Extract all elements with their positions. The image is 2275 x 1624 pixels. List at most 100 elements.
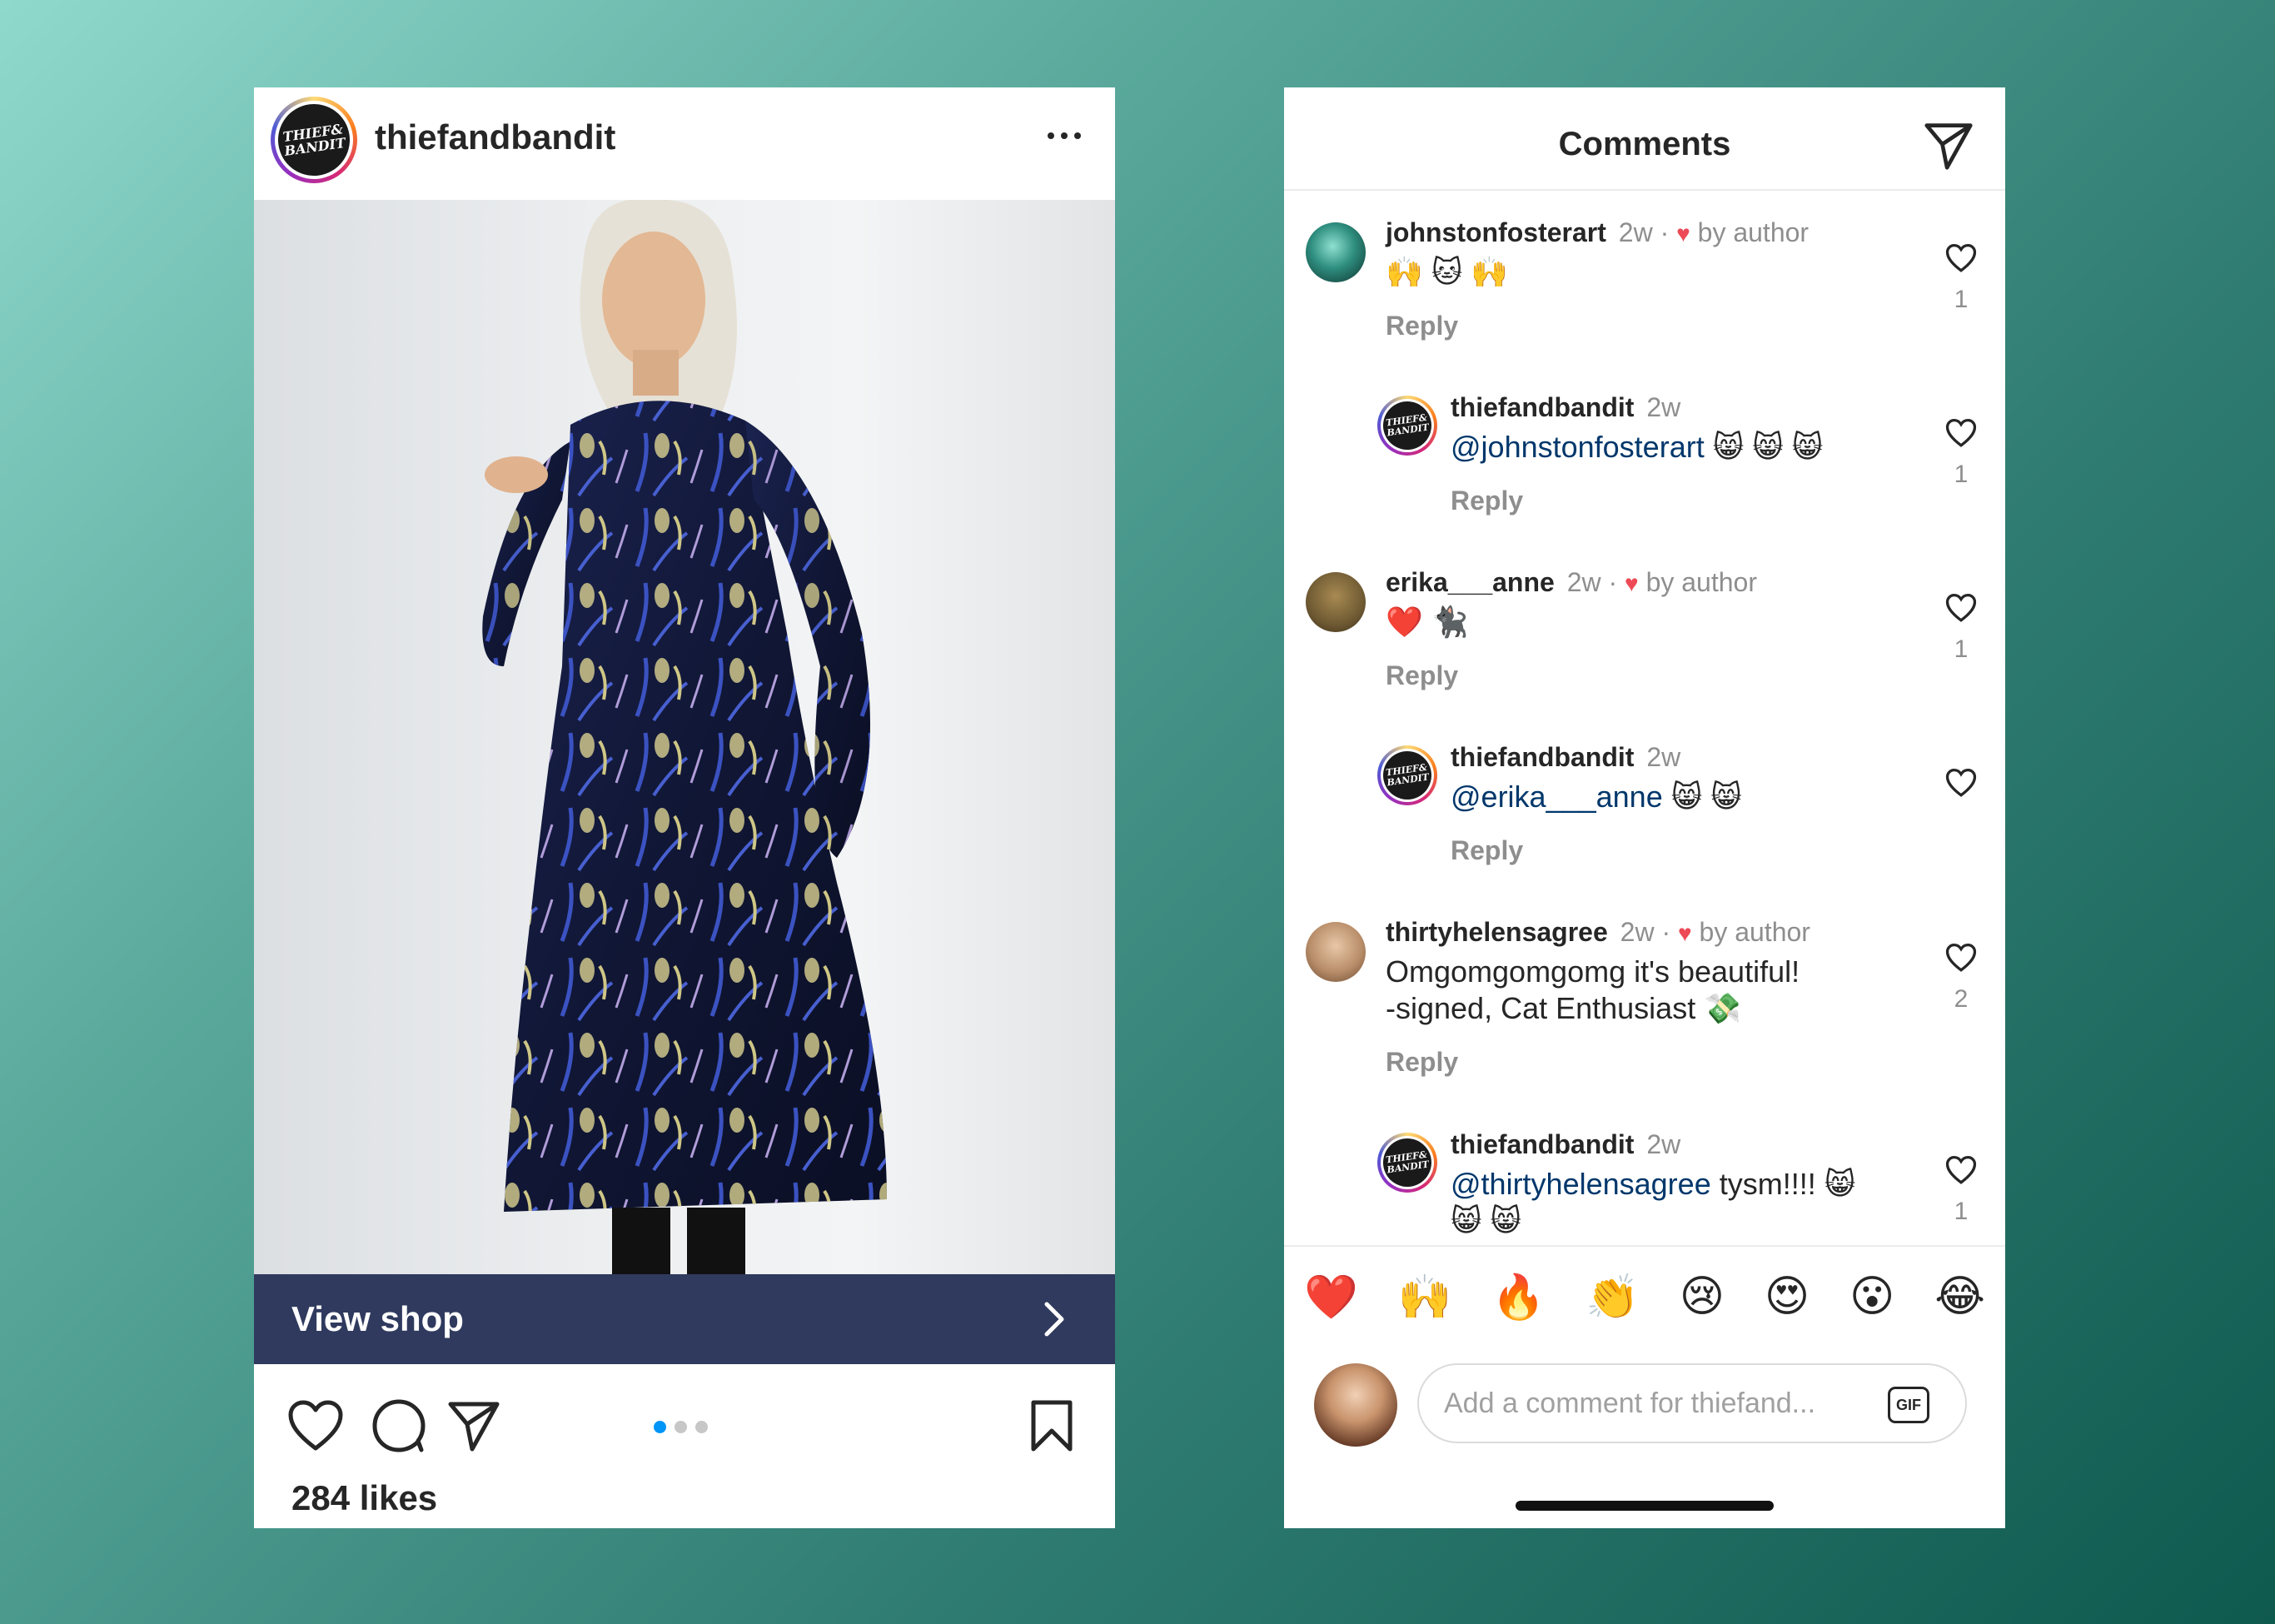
reply-button[interactable]: Reply bbox=[1386, 311, 1458, 341]
reaction-heart-eyes[interactable]: 😍 bbox=[1765, 1272, 1810, 1322]
liked-by-author-heart-icon: ♥ bbox=[1625, 570, 1639, 596]
liked-by-author-heart-icon: ♥ bbox=[1676, 221, 1690, 247]
view-shop-label: View shop bbox=[291, 1299, 464, 1338]
comment-text-line-2: 😸 😸 bbox=[1451, 1203, 1522, 1238]
reaction-raised-hands[interactable]: 🙌 bbox=[1398, 1272, 1452, 1323]
comment-text: 🙌 🐱 🙌 bbox=[1386, 255, 1509, 289]
comment-text: @thirtyhelensagree tysm!!!! 😸 😸 😸 bbox=[1451, 1167, 1856, 1238]
bookmark-icon[interactable] bbox=[1022, 1396, 1082, 1456]
commenter-avatar[interactable] bbox=[1306, 222, 1366, 282]
mention-link[interactable]: @thirtyhelensagree bbox=[1451, 1167, 1711, 1201]
commenter-avatar[interactable]: THIEF& BANDIT bbox=[1377, 745, 1437, 805]
comment-input[interactable] bbox=[1417, 1363, 1967, 1443]
comment-meta: johnstonfosterart 2w · ♥ by author bbox=[1386, 216, 1809, 251]
comment-like-count: 1 bbox=[1954, 1198, 1969, 1225]
quick-reactions-bar: ❤️ 🙌 🔥 👏 😢 😍 😮 😂 bbox=[1284, 1245, 2005, 1347]
comment-time: 2w bbox=[1646, 742, 1681, 772]
comment-time: 2w bbox=[1646, 1129, 1681, 1159]
chevron-right-icon bbox=[1044, 1302, 1064, 1337]
post-card: THIEF& BANDIT thiefandbandit View shop 2… bbox=[254, 87, 1115, 1528]
comment-text: @erika___anne 😸 😸 bbox=[1451, 780, 1742, 814]
reply-button[interactable]: Reply bbox=[1451, 835, 1523, 866]
view-shop-button[interactable]: View shop bbox=[254, 1274, 1115, 1364]
commenter-avatar[interactable] bbox=[1306, 572, 1366, 632]
comment-text: ❤️ 🐈‍⬛ bbox=[1386, 605, 1469, 639]
comments-header: Comments bbox=[1284, 87, 2005, 191]
comment-meta: thiefandbandit 2w bbox=[1451, 740, 1680, 774]
comment-composer: GIF bbox=[1284, 1345, 2005, 1462]
home-indicator bbox=[1516, 1501, 1774, 1511]
comment-time: 2w bbox=[1618, 217, 1653, 247]
comment-like-count: 1 bbox=[1954, 461, 1969, 488]
commenter-avatar[interactable] bbox=[1306, 922, 1366, 982]
comment-text-line-2: -signed, Cat Enthusiast 💸 bbox=[1386, 991, 1742, 1025]
reply-button[interactable]: Reply bbox=[1386, 1047, 1458, 1078]
current-user-avatar bbox=[1314, 1363, 1397, 1447]
comment-bubble-icon[interactable] bbox=[369, 1396, 429, 1456]
carousel-dot-3 bbox=[695, 1421, 708, 1433]
comment-like-count: 1 bbox=[1954, 286, 1969, 313]
share-paper-plane-icon[interactable] bbox=[444, 1396, 504, 1456]
by-author-label: by author bbox=[1699, 917, 1810, 947]
likes-count[interactable]: 284 likes bbox=[291, 1478, 437, 1518]
comment-like-count: 2 bbox=[1954, 985, 1969, 1013]
comment-like-heart-icon[interactable] bbox=[1940, 1149, 1982, 1191]
brand-logo: THIEF& BANDIT bbox=[273, 99, 355, 181]
comment-username[interactable]: thiefandbandit bbox=[1451, 742, 1634, 772]
comment-time: 2w bbox=[1646, 392, 1681, 422]
liked-by-author-heart-icon: ♥ bbox=[1678, 920, 1692, 946]
post-photo[interactable] bbox=[254, 199, 1115, 1334]
comment-username[interactable]: thiefandbandit bbox=[1451, 1129, 1634, 1159]
comment-time: 2w bbox=[1566, 567, 1601, 597]
by-author-label: by author bbox=[1697, 217, 1810, 247]
comment-like-heart-icon[interactable] bbox=[1940, 412, 1982, 454]
comments-title: Comments bbox=[1558, 126, 1731, 162]
post-username[interactable]: thiefandbandit bbox=[375, 117, 615, 157]
share-paper-plane-icon[interactable] bbox=[1924, 121, 1974, 171]
comment-time: 2w bbox=[1620, 917, 1655, 947]
reaction-heart[interactable]: ❤️ bbox=[1304, 1272, 1358, 1323]
comment-text: @johnstonfosterart 😸 😸 😸 bbox=[1451, 430, 1824, 464]
comment-username[interactable]: erika___anne bbox=[1386, 567, 1555, 597]
more-options-icon[interactable] bbox=[1035, 119, 1093, 152]
avatar-border: THIEF& BANDIT bbox=[273, 99, 355, 181]
commenter-avatar[interactable]: THIEF& BANDIT bbox=[1377, 1133, 1437, 1193]
reply-button[interactable]: Reply bbox=[1386, 660, 1458, 691]
comment-meta: thiefandbandit 2w bbox=[1451, 1128, 1680, 1161]
mention-link[interactable]: @erika___anne bbox=[1451, 780, 1663, 814]
commenter-avatar[interactable]: THIEF& BANDIT bbox=[1377, 396, 1437, 456]
reaction-wow[interactable]: 😮 bbox=[1849, 1272, 1894, 1322]
by-author-label: by author bbox=[1645, 567, 1757, 597]
comment-username[interactable]: thiefandbandit bbox=[1451, 392, 1634, 422]
reaction-fire[interactable]: 🔥 bbox=[1491, 1272, 1546, 1323]
reaction-laugh[interactable]: 😂 bbox=[1934, 1272, 1985, 1322]
reaction-cry[interactable]: 😢 bbox=[1680, 1272, 1725, 1322]
separator-dot: · bbox=[1608, 567, 1625, 597]
comment-meta: erika___anne 2w · ♥ by author bbox=[1386, 565, 1757, 600]
comment-like-count: 1 bbox=[1954, 635, 1969, 663]
brand-logo: THIEF& BANDIT bbox=[1380, 748, 1435, 803]
reply-button[interactable]: Reply bbox=[1451, 486, 1523, 516]
comment-username[interactable]: johnstonfosterart bbox=[1386, 217, 1606, 247]
post-action-bar bbox=[254, 1364, 1115, 1472]
gif-button[interactable]: GIF bbox=[1888, 1387, 1929, 1423]
comment-username[interactable]: thirtyhelensagree bbox=[1386, 917, 1608, 947]
post-author-avatar[interactable]: THIEF& BANDIT bbox=[271, 97, 357, 183]
brand-logo: THIEF& BANDIT bbox=[1380, 1135, 1435, 1190]
comment-like-heart-icon[interactable] bbox=[1940, 237, 1982, 279]
carousel-indicator bbox=[654, 1421, 708, 1433]
comment-like-heart-icon[interactable] bbox=[1940, 587, 1982, 629]
post-header: THIEF& BANDIT thiefandbandit bbox=[254, 87, 1115, 200]
carousel-dot-2 bbox=[675, 1421, 687, 1433]
comments-panel: Comments johnstonfosterart 2w · ♥ by aut… bbox=[1284, 87, 2005, 1528]
comment-like-heart-icon[interactable] bbox=[1940, 762, 1982, 804]
reaction-clap[interactable]: 👏 bbox=[1586, 1272, 1640, 1323]
separator-dot: · bbox=[1661, 917, 1678, 947]
model-in-dress-illustration bbox=[482, 199, 887, 1274]
comment-text-line-1: Omgomgomgomg it's beautiful! bbox=[1386, 954, 1800, 989]
comment-like-heart-icon[interactable] bbox=[1940, 937, 1982, 979]
comment-text: Omgomgomgomg it's beautiful! -signed, Ca… bbox=[1386, 954, 1800, 1027]
mention-link[interactable]: @johnstonfosterart bbox=[1451, 430, 1705, 464]
like-heart-icon[interactable] bbox=[286, 1396, 346, 1456]
comment-meta: thirtyhelensagree 2w · ♥ by author bbox=[1386, 915, 1810, 950]
